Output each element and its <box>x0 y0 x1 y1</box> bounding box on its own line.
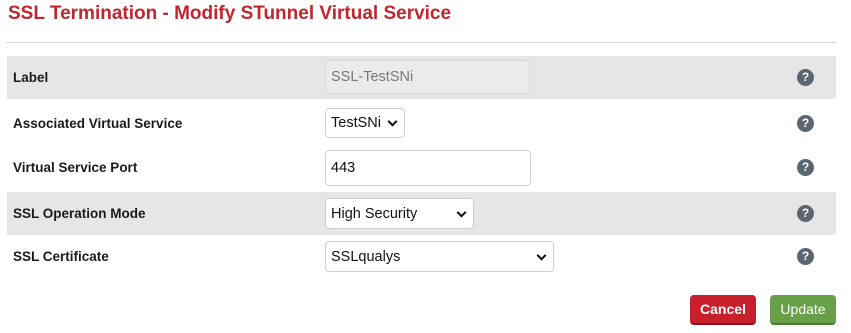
help-icon[interactable]: ? <box>797 205 814 222</box>
chevron-down-icon <box>456 207 467 218</box>
associated-virtual-service-label: Associated Virtual Service <box>13 116 183 131</box>
help-icon[interactable]: ? <box>797 69 814 86</box>
title-divider <box>6 42 836 43</box>
row-ssl-certificate: SSL Certificate SSLqualys ? <box>7 235 836 278</box>
associated-virtual-service-value: TestSNi <box>331 115 381 131</box>
page-title: SSL Termination - Modify STunnel Virtual… <box>8 3 452 24</box>
ssl-operation-mode-select[interactable]: High Security <box>325 198 474 229</box>
ssl-certificate-label: SSL Certificate <box>13 249 109 264</box>
virtual-service-port-label: Virtual Service Port <box>13 160 138 175</box>
chevron-down-icon <box>536 250 547 261</box>
help-icon[interactable]: ? <box>797 115 814 132</box>
ssl-certificate-select[interactable]: SSLqualys <box>325 241 554 272</box>
chevron-down-icon <box>387 116 398 127</box>
modify-stunnel-page: SSL Termination - Modify STunnel Virtual… <box>0 0 851 333</box>
row-associated-virtual-service: Associated Virtual Service TestSNi ? <box>7 102 836 145</box>
ssl-operation-mode-label: SSL Operation Mode <box>13 206 146 221</box>
virtual-service-port-input[interactable]: 443 <box>325 150 531 186</box>
ssl-operation-mode-value: High Security <box>331 205 418 222</box>
row-virtual-service-port: Virtual Service Port 443 ? <box>7 146 836 189</box>
help-icon[interactable]: ? <box>797 159 814 176</box>
row-label: Label SSL-TestSNi ? <box>7 56 836 99</box>
label-input: SSL-TestSNi <box>325 60 530 94</box>
label-field-label: Label <box>13 70 49 85</box>
row-ssl-operation-mode: SSL Operation Mode High Security ? <box>7 192 836 235</box>
ssl-certificate-value: SSLqualys <box>331 248 401 265</box>
cancel-button[interactable]: Cancel <box>690 295 756 325</box>
update-button[interactable]: Update <box>770 295 836 325</box>
associated-virtual-service-select[interactable]: TestSNi <box>325 108 405 138</box>
help-icon[interactable]: ? <box>797 248 814 265</box>
